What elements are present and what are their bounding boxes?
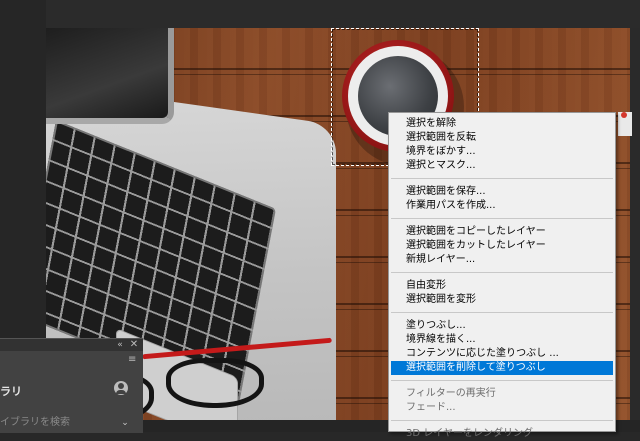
panel-title: ラリ: [0, 385, 22, 398]
laptop-screen: [46, 28, 174, 124]
library-search-input[interactable]: イブラリを検索: [0, 415, 110, 431]
chevron-down-icon[interactable]: ⌄: [118, 415, 132, 431]
menu-separator: [391, 420, 613, 421]
context-menu-item[interactable]: 作業用パスを作成...: [391, 199, 613, 213]
context-menu-item[interactable]: 境界線を描く...: [391, 333, 613, 347]
double-chevron-icon[interactable]: «: [114, 339, 126, 351]
context-menu-item[interactable]: 選択とマスク...: [391, 159, 613, 173]
context-menu-item[interactable]: 自由変形: [391, 279, 613, 293]
context-menu-item[interactable]: 選択範囲をコピーしたレイヤー: [391, 225, 613, 239]
menu-separator: [391, 272, 613, 273]
context-menu-item[interactable]: 選択を解除: [391, 117, 613, 131]
library-panel: « ✕ ≡ ラリ イブラリを検索 ⌄: [0, 338, 143, 433]
context-menu-item[interactable]: 塗りつぶし...: [391, 319, 613, 333]
context-menu: 選択を解除 選択範囲を反転 境界をぼかす... 選択とマスク... 選択範囲を保存...…: [388, 112, 616, 439]
side-marker-dot: [621, 112, 627, 118]
context-menu-item[interactable]: 選択範囲を保存...: [391, 185, 613, 199]
right-workspace: [630, 28, 640, 420]
context-menu-item[interactable]: 新規レイヤー...: [391, 253, 613, 267]
context-menu-item[interactable]: 選択範囲をカットしたレイヤー: [391, 239, 613, 253]
user-icon[interactable]: [114, 381, 128, 395]
top-bar: [0, 0, 640, 28]
close-icon[interactable]: ✕: [128, 339, 140, 351]
context-menu-item[interactable]: 選択範囲を変形: [391, 293, 613, 307]
menu-separator: [391, 380, 613, 381]
context-menu-item[interactable]: フェード...: [391, 401, 613, 415]
menu-separator: [391, 312, 613, 313]
context-menu-item[interactable]: 境界をぼかす...: [391, 145, 613, 159]
menu-separator: [391, 178, 613, 179]
context-menu-item[interactable]: 選択範囲を削除して塗りつぶし: [391, 361, 613, 375]
glasses-lens: [166, 358, 264, 408]
menu-separator: [391, 218, 613, 219]
context-menu-item[interactable]: フィルターの再実行: [391, 387, 613, 401]
context-menu-item[interactable]: 選択範囲を反転: [391, 131, 613, 145]
panel-menu-icon[interactable]: ≡: [128, 355, 138, 365]
context-menu-item[interactable]: コンテンツに応じた塗りつぶし ...: [391, 347, 613, 361]
context-menu-item[interactable]: 3D レイヤーをレンダリング: [391, 427, 613, 441]
